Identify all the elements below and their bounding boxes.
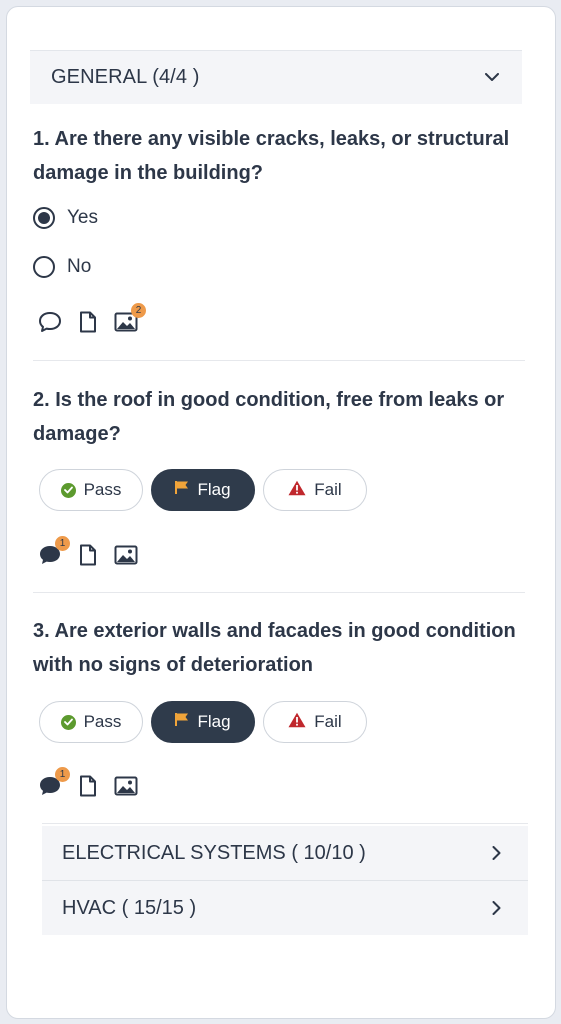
fail-label: Fail xyxy=(314,712,342,731)
radio-option-yes[interactable]: Yes xyxy=(33,207,98,229)
divider xyxy=(42,823,528,824)
flag-label: Flag xyxy=(197,712,231,731)
flag-label: Flag xyxy=(197,480,231,499)
file-icon[interactable] xyxy=(76,310,100,334)
file-icon[interactable] xyxy=(76,543,100,567)
radio-button-selected[interactable] xyxy=(33,207,55,229)
comment-filled-icon[interactable]: 1 xyxy=(38,536,70,567)
radio-option-no[interactable]: No xyxy=(33,256,91,278)
question-3-text: 3. Are exterior walls and facades in goo… xyxy=(33,620,516,676)
image-icon[interactable] xyxy=(114,774,138,798)
warning-icon xyxy=(288,480,306,501)
warning-icon xyxy=(288,712,306,733)
question-2-actions: 1 xyxy=(38,536,138,567)
comment-filled-icon[interactable]: 1 xyxy=(38,767,70,798)
section-title: GENERAL (4/4 ) xyxy=(51,66,200,88)
radio-label: Yes xyxy=(67,207,98,228)
pass-label: Pass xyxy=(83,480,122,499)
question-1-text: 1. Are there any visible cracks, leaks, … xyxy=(33,128,510,184)
image-count-badge: 2 xyxy=(131,303,146,318)
section-header-hvac[interactable]: HVAC ( 15/15 ) xyxy=(42,881,528,935)
flag-button[interactable]: Flag xyxy=(151,701,255,743)
image-icon[interactable]: 2 xyxy=(114,303,146,334)
pass-button[interactable]: Pass xyxy=(39,701,143,743)
radio-button[interactable] xyxy=(33,256,55,278)
fail-button[interactable]: Fail xyxy=(263,701,367,743)
question-3-actions: 1 xyxy=(38,767,138,798)
fail-label: Fail xyxy=(314,480,342,499)
question-2-text: 2. Is the roof in good condition, free f… xyxy=(33,389,505,445)
fail-button[interactable]: Fail xyxy=(263,469,367,511)
comment-icon[interactable] xyxy=(38,310,62,334)
question-2-buttons: Pass Flag Fail xyxy=(39,469,367,511)
pass-label: Pass xyxy=(83,712,122,731)
flag-icon xyxy=(175,480,189,500)
flag-icon xyxy=(175,712,189,732)
section-title: ELECTRICAL SYSTEMS ( 10/10 ) xyxy=(62,841,366,864)
question-3-buttons: Pass Flag Fail xyxy=(39,701,367,743)
pass-button[interactable]: Pass xyxy=(39,469,143,511)
chevron-right-icon xyxy=(488,845,504,861)
section-header-general[interactable]: GENERAL (4/4 ) xyxy=(30,50,522,104)
divider xyxy=(33,592,525,593)
flag-button[interactable]: Flag xyxy=(151,469,255,511)
chevron-down-icon xyxy=(484,70,500,86)
radio-label: No xyxy=(67,256,92,277)
check-circle-icon xyxy=(60,482,76,498)
file-icon[interactable] xyxy=(76,774,100,798)
section-title: HVAC ( 15/15 ) xyxy=(62,896,197,919)
section-header-electrical[interactable]: ELECTRICAL SYSTEMS ( 10/10 ) xyxy=(42,826,528,880)
check-circle-icon xyxy=(60,714,76,730)
chevron-right-icon xyxy=(488,900,504,916)
comment-count-badge: 1 xyxy=(55,767,70,782)
divider xyxy=(33,360,525,361)
question-1-actions: 2 xyxy=(38,303,146,334)
comment-count-badge: 1 xyxy=(55,536,70,551)
image-icon[interactable] xyxy=(114,543,138,567)
